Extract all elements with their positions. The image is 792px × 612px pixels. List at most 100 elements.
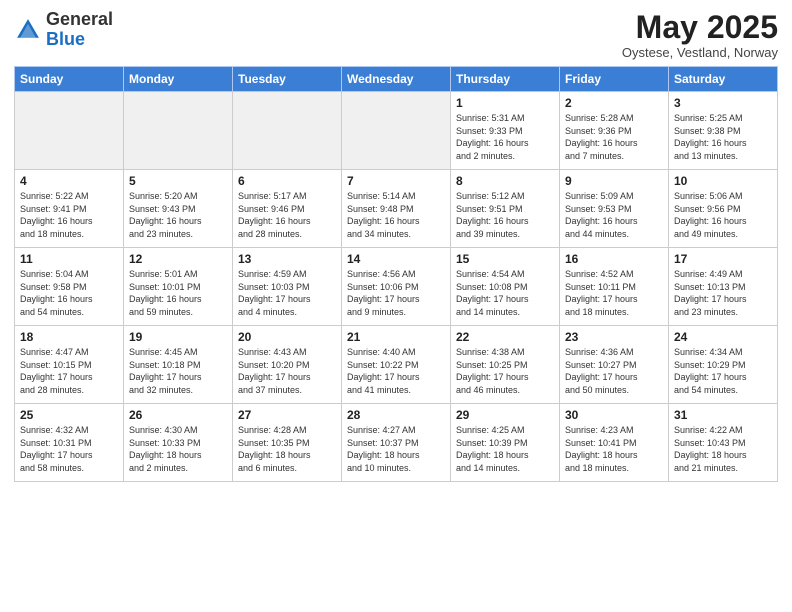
calendar-header-friday: Friday <box>560 67 669 92</box>
day-number: 16 <box>565 252 663 266</box>
day-info: Sunrise: 5:04 AM Sunset: 9:58 PM Dayligh… <box>20 268 118 318</box>
day-number: 22 <box>456 330 554 344</box>
calendar-cell-5-5: 29 Sunrise: 4:25 AM Sunset: 10:39 PM Dayl… <box>451 404 560 482</box>
day-number: 10 <box>674 174 772 188</box>
day-number: 31 <box>674 408 772 422</box>
day-info: Sunrise: 5:22 AM Sunset: 9:41 PM Dayligh… <box>20 190 118 240</box>
calendar-cell-2-2: 5 Sunrise: 5:20 AM Sunset: 9:43 PM Daylig… <box>124 170 233 248</box>
day-info: Sunrise: 5:01 AM Sunset: 10:01 PM Daylig… <box>129 268 227 318</box>
day-info: Sunrise: 4:25 AM Sunset: 10:39 PM Daylig… <box>456 424 554 474</box>
header: General Blue May 2025 Oystese, Vestland,… <box>14 10 778 60</box>
calendar-cell-3-2: 12 Sunrise: 5:01 AM Sunset: 10:01 PM Dayl… <box>124 248 233 326</box>
day-number: 25 <box>20 408 118 422</box>
day-info: Sunrise: 4:45 AM Sunset: 10:18 PM Daylig… <box>129 346 227 396</box>
calendar-cell-3-5: 15Sunrise: 4:54 AM Sunset: 10:08 PM Dayl… <box>451 248 560 326</box>
calendar-cell-3-6: 16 Sunrise: 4:52 AM Sunset: 10:11 PM Dayl… <box>560 248 669 326</box>
calendar-cell-2-6: 9Sunrise: 5:09 AM Sunset: 9:53 PM Daylig… <box>560 170 669 248</box>
day-number: 12 <box>129 252 227 266</box>
calendar-week-5: 25 Sunrise: 4:32 AM Sunset: 10:31 PM Dayl… <box>15 404 778 482</box>
calendar-cell-5-7: 31 Sunrise: 4:22 AM Sunset: 10:43 PM Dayl… <box>669 404 778 482</box>
calendar-cell-5-3: 27Sunrise: 4:28 AM Sunset: 10:35 PM Dayl… <box>233 404 342 482</box>
logo-general-text: General <box>46 9 113 29</box>
calendar-cell-4-3: 20Sunrise: 4:43 AM Sunset: 10:20 PM Dayl… <box>233 326 342 404</box>
day-info: Sunrise: 4:43 AM Sunset: 10:20 PM Daylig… <box>238 346 336 396</box>
calendar-cell-4-4: 21 Sunrise: 4:40 AM Sunset: 10:22 PM Dayl… <box>342 326 451 404</box>
day-number: 24 <box>674 330 772 344</box>
day-info: Sunrise: 4:36 AM Sunset: 10:27 PM Daylig… <box>565 346 663 396</box>
day-number: 1 <box>456 96 554 110</box>
day-info: Sunrise: 4:22 AM Sunset: 10:43 PM Daylig… <box>674 424 772 474</box>
calendar-cell-2-1: 4 Sunrise: 5:22 AM Sunset: 9:41 PM Daylig… <box>15 170 124 248</box>
day-number: 7 <box>347 174 445 188</box>
day-info: Sunrise: 4:59 AM Sunset: 10:03 PM Daylig… <box>238 268 336 318</box>
calendar-header-monday: Monday <box>124 67 233 92</box>
day-info: Sunrise: 4:30 AM Sunset: 10:33 PM Daylig… <box>129 424 227 474</box>
day-info: Sunrise: 4:23 AM Sunset: 10:41 PM Daylig… <box>565 424 663 474</box>
calendar-cell-1-7: 3 Sunrise: 5:25 AM Sunset: 9:38 PM Daylig… <box>669 92 778 170</box>
day-number: 21 <box>347 330 445 344</box>
title-block: May 2025 Oystese, Vestland, Norway <box>622 10 778 60</box>
day-number: 2 <box>565 96 663 110</box>
day-number: 5 <box>129 174 227 188</box>
day-number: 15 <box>456 252 554 266</box>
day-number: 19 <box>129 330 227 344</box>
calendar-cell-1-2 <box>124 92 233 170</box>
logo-blue-text: Blue <box>46 29 85 49</box>
day-info: Sunrise: 5:14 AM Sunset: 9:48 PM Dayligh… <box>347 190 445 240</box>
main-title: May 2025 <box>622 10 778 45</box>
calendar-cell-1-1 <box>15 92 124 170</box>
day-number: 27 <box>238 408 336 422</box>
day-info: Sunrise: 4:38 AM Sunset: 10:25 PM Daylig… <box>456 346 554 396</box>
calendar-week-1: 1Sunrise: 5:31 AM Sunset: 9:33 PM Daylig… <box>15 92 778 170</box>
calendar-cell-1-6: 2Sunrise: 5:28 AM Sunset: 9:36 PM Daylig… <box>560 92 669 170</box>
calendar-header-saturday: Saturday <box>669 67 778 92</box>
day-number: 14 <box>347 252 445 266</box>
logo-icon <box>14 16 42 44</box>
calendar-cell-1-5: 1Sunrise: 5:31 AM Sunset: 9:33 PM Daylig… <box>451 92 560 170</box>
day-info: Sunrise: 4:47 AM Sunset: 10:15 PM Daylig… <box>20 346 118 396</box>
calendar-cell-2-7: 10 Sunrise: 5:06 AM Sunset: 9:56 PM Dayli… <box>669 170 778 248</box>
day-number: 18 <box>20 330 118 344</box>
calendar-cell-3-4: 14 Sunrise: 4:56 AM Sunset: 10:06 PM Dayl… <box>342 248 451 326</box>
day-info: Sunrise: 5:20 AM Sunset: 9:43 PM Dayligh… <box>129 190 227 240</box>
day-info: Sunrise: 4:34 AM Sunset: 10:29 PM Daylig… <box>674 346 772 396</box>
calendar-cell-4-7: 24 Sunrise: 4:34 AM Sunset: 10:29 PM Dayl… <box>669 326 778 404</box>
day-number: 8 <box>456 174 554 188</box>
calendar-cell-4-5: 22 Sunrise: 4:38 AM Sunset: 10:25 PM Dayl… <box>451 326 560 404</box>
day-number: 30 <box>565 408 663 422</box>
logo: General Blue <box>14 10 113 50</box>
day-info: Sunrise: 4:52 AM Sunset: 10:11 PM Daylig… <box>565 268 663 318</box>
day-info: Sunrise: 5:17 AM Sunset: 9:46 PM Dayligh… <box>238 190 336 240</box>
calendar-week-3: 11 Sunrise: 5:04 AM Sunset: 9:58 PM Dayli… <box>15 248 778 326</box>
day-number: 17 <box>674 252 772 266</box>
day-info: Sunrise: 4:40 AM Sunset: 10:22 PM Daylig… <box>347 346 445 396</box>
calendar-cell-3-7: 17Sunrise: 4:49 AM Sunset: 10:13 PM Dayl… <box>669 248 778 326</box>
day-number: 29 <box>456 408 554 422</box>
logo-text: General Blue <box>46 10 113 50</box>
calendar-header-thursday: Thursday <box>451 67 560 92</box>
calendar-header-sunday: Sunday <box>15 67 124 92</box>
day-number: 3 <box>674 96 772 110</box>
calendar-table: SundayMondayTuesdayWednesdayThursdayFrid… <box>14 66 778 482</box>
calendar-cell-1-4 <box>342 92 451 170</box>
day-info: Sunrise: 4:27 AM Sunset: 10:37 PM Daylig… <box>347 424 445 474</box>
calendar-cell-3-1: 11 Sunrise: 5:04 AM Sunset: 9:58 PM Dayli… <box>15 248 124 326</box>
day-number: 13 <box>238 252 336 266</box>
calendar-cell-1-3 <box>233 92 342 170</box>
day-number: 28 <box>347 408 445 422</box>
calendar-cell-2-4: 7 Sunrise: 5:14 AM Sunset: 9:48 PM Daylig… <box>342 170 451 248</box>
calendar-week-2: 4 Sunrise: 5:22 AM Sunset: 9:41 PM Daylig… <box>15 170 778 248</box>
day-info: Sunrise: 5:06 AM Sunset: 9:56 PM Dayligh… <box>674 190 772 240</box>
day-info: Sunrise: 5:12 AM Sunset: 9:51 PM Dayligh… <box>456 190 554 240</box>
calendar-cell-5-1: 25 Sunrise: 4:32 AM Sunset: 10:31 PM Dayl… <box>15 404 124 482</box>
calendar-cell-4-6: 23Sunrise: 4:36 AM Sunset: 10:27 PM Dayl… <box>560 326 669 404</box>
day-number: 6 <box>238 174 336 188</box>
day-info: Sunrise: 4:32 AM Sunset: 10:31 PM Daylig… <box>20 424 118 474</box>
calendar-cell-3-3: 13 Sunrise: 4:59 AM Sunset: 10:03 PM Dayl… <box>233 248 342 326</box>
day-number: 11 <box>20 252 118 266</box>
calendar-cell-5-4: 28 Sunrise: 4:27 AM Sunset: 10:37 PM Dayl… <box>342 404 451 482</box>
day-info: Sunrise: 4:56 AM Sunset: 10:06 PM Daylig… <box>347 268 445 318</box>
calendar-week-4: 18 Sunrise: 4:47 AM Sunset: 10:15 PM Dayl… <box>15 326 778 404</box>
day-info: Sunrise: 5:25 AM Sunset: 9:38 PM Dayligh… <box>674 112 772 162</box>
day-number: 4 <box>20 174 118 188</box>
